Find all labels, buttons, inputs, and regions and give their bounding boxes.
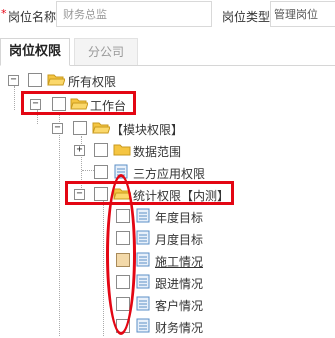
tab-position-permissions[interactable]: 岗位权限 (0, 38, 70, 66)
folder-icon (113, 144, 131, 156)
page-icon (136, 230, 150, 245)
required-mark: * (1, 7, 7, 20)
expand-toggle[interactable]: + (74, 145, 85, 156)
folder-open-icon (47, 74, 65, 86)
page-icon (136, 296, 150, 311)
tree-node-financial-status[interactable]: 财务情况 (0, 316, 335, 338)
checkbox[interactable] (94, 143, 108, 157)
tree-node-label: 跟进情况 (155, 277, 204, 291)
position-name-input[interactable]: 财务总监 (56, 1, 212, 27)
page-icon (136, 318, 150, 333)
collapse-toggle[interactable]: − (8, 75, 19, 86)
collapse-toggle[interactable]: − (52, 123, 63, 134)
page-icon (136, 274, 150, 289)
tree-node-label: 【模块权限】 (111, 123, 184, 137)
tree-node-construction-status[interactable]: 施工情况 (0, 250, 335, 272)
position-type-select[interactable]: 管理岗位 (270, 1, 335, 27)
page-icon (136, 208, 150, 223)
tree-node-customer-status[interactable]: 客户情况 (0, 294, 335, 316)
tree-node-monthly-target[interactable]: 月度目标 (0, 228, 335, 250)
tab-branch-company[interactable]: 分公司 (74, 38, 138, 65)
highlight-box-workbench (21, 91, 136, 115)
checkbox[interactable] (73, 121, 87, 135)
page-icon (136, 252, 150, 267)
permission-tree: − 所有权限 − 工作台 − 【模块权限】 + 数据范围 三方应用权限 − 统计… (0, 66, 335, 336)
tree-node-module-permissions[interactable]: − 【模块权限】 (0, 118, 335, 140)
tree-node-label: 三方应用权限 (133, 167, 206, 181)
tree-node-annual-target[interactable]: 年度目标 (0, 206, 335, 228)
tree-node-follow-up-status[interactable]: 跟进情况 (0, 272, 335, 294)
tree-node-label: 客户情况 (155, 299, 204, 313)
tree-node-label: 施工情况 (155, 255, 204, 269)
tree-node-label: 年度目标 (155, 211, 204, 225)
highlight-box-statistics (65, 181, 234, 205)
position-name-label: 岗位名称 (8, 10, 57, 24)
tree-node-all-permissions[interactable]: − 所有权限 (0, 70, 335, 92)
tab-bar: 岗位权限 分公司 (0, 38, 335, 66)
highlight-oval-checkboxes (106, 174, 136, 335)
tree-node-label: 所有权限 (68, 75, 117, 89)
folder-open-icon (92, 122, 110, 134)
tree-node-label: 月度目标 (155, 233, 204, 247)
checkbox[interactable] (28, 73, 42, 87)
checkbox[interactable] (94, 165, 108, 179)
position-type-label: 岗位类型 (222, 10, 271, 24)
tree-node-label: 数据范围 (133, 145, 182, 159)
position-form-row: * 岗位名称 财务总监 岗位类型 管理岗位 (0, 0, 335, 30)
tree-node-data-scope[interactable]: + 数据范围 (0, 140, 335, 162)
tree-node-label: 财务情况 (155, 321, 204, 335)
